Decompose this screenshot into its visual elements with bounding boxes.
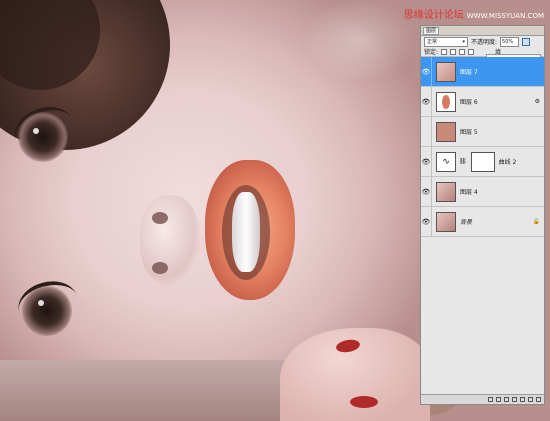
fingernail-bottom (350, 396, 378, 408)
lock-label: 锁定: (424, 49, 439, 56)
layer-name: 图层 5 (460, 129, 478, 136)
layers-tab[interactable]: 图层 (423, 26, 440, 35)
layer-row[interactable]: 👁 背景 🔒 (421, 207, 544, 237)
link-layers-icon[interactable] (488, 397, 493, 402)
lock-move-icon[interactable] (459, 48, 466, 55)
watermark: 思缘设计论坛 WWW.MISSYUAN.COM (404, 6, 544, 21)
teeth (232, 192, 260, 272)
visibility-eye-icon[interactable]: 👁 (421, 57, 432, 86)
visibility-eye-icon[interactable]: 👁 (421, 207, 432, 236)
mask-icon[interactable] (504, 397, 509, 402)
lower-eye (22, 286, 72, 336)
layer-thumbnail (436, 121, 456, 142)
layer-name: 图层 7 (460, 69, 478, 76)
layer-row[interactable]: 👁 ∿ ⛓ 曲线 2 (421, 147, 544, 177)
watermark-url: WWW.MISSYUAN.COM (466, 12, 544, 20)
upper-eye-highlight (33, 128, 39, 134)
lower-eye-highlight (38, 300, 44, 306)
opacity-input[interactable]: 50% (500, 36, 520, 47)
layer-row[interactable]: 👁 图层 4 (421, 177, 544, 207)
opacity-label: 不透明度: (471, 39, 498, 46)
layer-row[interactable]: 图层 5 (421, 117, 544, 147)
nostril-right (152, 262, 168, 274)
layer-name: 背景 (460, 219, 473, 226)
layer-thumbnail (436, 61, 456, 82)
layer-row[interactable]: 👁 图层 7 (421, 57, 544, 87)
folder-icon[interactable] (520, 397, 525, 402)
layer-thumbnail (436, 181, 456, 202)
blend-mode-value: 正常 (427, 38, 438, 45)
layer-thumbnail (436, 91, 456, 112)
layer-name: 图层 4 (460, 189, 478, 196)
watermark-site: 思缘设计论坛 (403, 10, 464, 21)
layer-options-row: 正常 ▾ 不透明度: 50% (421, 36, 544, 47)
trash-icon[interactable] (536, 397, 541, 402)
layers-panel-titlebar: 图层 (421, 26, 544, 36)
layers-panel-footer (421, 394, 544, 404)
layer-style-icon: ⚙ (534, 98, 540, 105)
visibility-eye-icon (421, 117, 432, 146)
fabric-background (0, 360, 300, 421)
visibility-eye-icon[interactable]: 👁 (421, 147, 432, 176)
layer-name: 曲线 2 (498, 159, 517, 166)
upper-eye (18, 112, 68, 162)
nose (140, 195, 200, 285)
new-layer-icon[interactable] (528, 397, 533, 402)
blend-mode-select[interactable]: 正常 ▾ (424, 36, 468, 47)
visibility-eye-icon[interactable]: 👁 (421, 177, 432, 206)
layer-name: 图层 6 (460, 99, 478, 106)
layer-list: 👁 图层 7 👁 图层 6 ⚙ 图层 5 👁 ∿ ⛓ 曲线 2 👁 图层 4 👁… (421, 57, 544, 237)
adjustment-icon[interactable] (512, 397, 517, 402)
layer-thumbnail (436, 211, 456, 232)
layers-panel: 图层 正常 ▾ 不透明度: 50% 锁定: 填 👁 图层 7 👁 图层 6 ⚙ … (420, 25, 545, 405)
opacity-slider-toggle[interactable] (522, 37, 531, 46)
lock-icon: 🔒 (532, 218, 540, 225)
lock-all-icon[interactable] (468, 48, 475, 55)
chain-link-icon: ⛓ (459, 158, 467, 165)
lock-transparent-icon[interactable] (441, 48, 448, 55)
layer-mask-thumbnail (470, 151, 495, 172)
visibility-eye-icon[interactable]: 👁 (421, 87, 432, 116)
chevron-down-icon: ▾ (462, 38, 465, 45)
nostril-left (152, 212, 168, 224)
lock-brush-icon[interactable] (450, 48, 457, 55)
fx-icon[interactable] (496, 397, 501, 402)
layer-row[interactable]: 👁 图层 6 ⚙ (421, 87, 544, 117)
curves-icon: ∿ (436, 151, 456, 172)
